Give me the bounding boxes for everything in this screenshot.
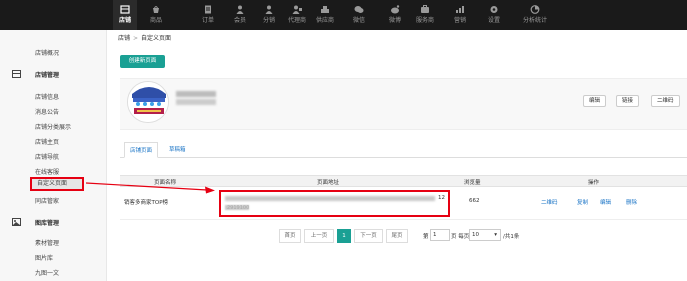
nav-label: 店铺 <box>118 17 131 24</box>
qrcode-link[interactable]: 二维码 <box>541 198 558 206</box>
pager-jump-input[interactable]: 1 <box>430 229 450 241</box>
analytics-icon <box>530 5 540 14</box>
column-header-actions: 操作 <box>588 180 600 186</box>
wechat-icon <box>354 6 364 13</box>
supplier-icon <box>321 6 329 13</box>
sidebar-item-online-service[interactable]: 在线客服 <box>35 167 59 176</box>
sidebar-item-announcement[interactable]: 消息公告 <box>35 107 59 116</box>
tab-shop-pages[interactable]: 店铺页面 <box>124 142 159 158</box>
edit-shop-button[interactable]: 编辑 <box>583 95 607 107</box>
sidebar-item-image-library[interactable]: 图片库 <box>35 253 53 262</box>
sidebar-item-overview[interactable]: 店铺概况 <box>35 48 59 57</box>
distribution-icon <box>265 5 273 14</box>
weibo-icon <box>391 5 400 14</box>
pager-first[interactable]: 首页 <box>279 229 301 243</box>
column-header-address: 页面地址 <box>317 180 340 186</box>
copy-link[interactable]: 复制 <box>577 198 588 206</box>
qrcode-shop-button[interactable]: 二维码 <box>651 95 680 107</box>
settings-icon <box>490 6 498 13</box>
nav-label: 供应商 <box>315 17 334 24</box>
nav-item-weibo[interactable]: 微博 <box>383 0 407 30</box>
sidebar-item-materials[interactable]: 素材管理 <box>35 238 59 247</box>
shop-desc-redacted <box>176 99 216 105</box>
page-address-highlight <box>219 190 450 217</box>
create-page-button[interactable]: 创建新页面 <box>120 55 165 68</box>
annotation-arrow <box>86 182 215 194</box>
views-cell: 662 <box>469 198 480 204</box>
order-icon <box>205 5 211 14</box>
sidebar-item-homepage[interactable]: 店铺主页 <box>35 137 59 146</box>
sidebar-item-shop-info[interactable]: 店铺信息 <box>35 92 59 101</box>
breadcrumb-root[interactable]: 店铺 <box>118 35 130 42</box>
page: 店铺 商品 订单 会员 分销 代理商 供应商 微信 微博 服务商 营销 设置 分… <box>0 0 687 281</box>
nav-label: 商品 <box>149 17 162 24</box>
breadcrumb-separator: > <box>133 35 139 42</box>
member-icon <box>236 5 244 14</box>
shop-name-redacted <box>176 91 216 97</box>
sidebar-item-custom-page[interactable]: 自定义页面 <box>30 177 84 191</box>
nav-label: 订单 <box>201 17 214 24</box>
nav-item-distribution[interactable]: 分销 <box>257 0 281 30</box>
tab-drafts[interactable]: 草稿箱 <box>164 142 191 158</box>
edit-link[interactable]: 编辑 <box>600 198 611 206</box>
page-address-tail: 12 <box>438 195 445 201</box>
store-icon <box>120 5 130 14</box>
shop-logo-image <box>128 82 168 122</box>
nav-item-goods[interactable]: 商品 <box>144 0 168 30</box>
nav-item-agent[interactable]: 代理商 <box>285 0 309 30</box>
nav-item-marketing[interactable]: 营销 <box>448 0 472 30</box>
sidebar-group-shop[interactable]: 店铺管理 <box>35 70 59 79</box>
nav-label: 会员 <box>233 17 246 24</box>
page-tabs: 店铺页面 草稿箱 <box>120 142 687 158</box>
nav-label: 微博 <box>388 17 401 24</box>
marketing-icon <box>456 6 464 13</box>
nav-item-wechat[interactable]: 微信 <box>347 0 371 30</box>
pager-prev[interactable]: 上一页 <box>304 229 334 243</box>
nav-item-supplier[interactable]: 供应商 <box>313 0 337 30</box>
sidebar-item-navigation[interactable]: 店铺导航 <box>35 152 59 161</box>
nav-item-service-provider[interactable]: 服务商 <box>413 0 437 30</box>
sidebar-item-store-butler[interactable]: 同店管家 <box>35 196 59 205</box>
page-address-redacted <box>225 196 435 201</box>
sidebar-item-nine-images[interactable]: 九图一文 <box>35 268 59 277</box>
pager-next[interactable]: 下一页 <box>354 229 383 243</box>
chevron-down-icon: ▾ <box>494 232 497 238</box>
shop-avatar <box>127 81 169 123</box>
column-header-views: 浏览量 <box>464 180 481 186</box>
per-page-select[interactable]: 10 ▾ <box>469 229 501 241</box>
nav-label: 营销 <box>453 17 466 24</box>
nav-label: 服务商 <box>415 17 434 24</box>
per-page-value: 10 <box>472 232 479 238</box>
shop-manage-icon <box>12 70 21 78</box>
delete-link[interactable]: 删除 <box>626 198 637 206</box>
nav-item-analytics[interactable]: 分析统计 <box>518 0 552 30</box>
pager-current[interactable]: 1 <box>337 229 351 243</box>
gallery-icon <box>12 218 21 226</box>
service-provider-icon <box>421 5 429 13</box>
pager-last[interactable]: 尾页 <box>386 229 408 243</box>
page-address-line2: 2919100 <box>227 205 250 211</box>
sidebar-group-gallery[interactable]: 图库管理 <box>35 218 59 227</box>
nav-label: 分销 <box>262 17 275 24</box>
nav-item-order[interactable]: 订单 <box>196 0 220 30</box>
link-shop-button[interactable]: 链接 <box>616 95 640 107</box>
page-name-cell: 销客多商家TOP榜 <box>124 200 169 206</box>
nav-label: 分析统计 <box>522 17 547 24</box>
breadcrumb-current: 自定义页面 <box>141 35 172 42</box>
sidebar-item-category-display[interactable]: 店铺分类展示 <box>35 122 71 131</box>
pager-total: /共1条 <box>503 234 520 240</box>
breadcrumb: 店铺 > 自定义页面 <box>118 33 171 42</box>
nav-label: 微信 <box>352 17 365 24</box>
top-navigation: 店铺 商品 订单 会员 分销 代理商 供应商 微信 微博 服务商 营销 设置 分… <box>0 0 687 30</box>
pager-jump-prefix: 第 <box>423 234 429 240</box>
nav-label: 代理商 <box>287 17 306 24</box>
nav-label: 设置 <box>487 17 500 24</box>
nav-item-store[interactable]: 店铺 <box>113 0 137 30</box>
pager-jump-suffix: 页 每页 <box>451 234 470 240</box>
nav-item-settings[interactable]: 设置 <box>482 0 506 30</box>
agent-icon <box>292 5 302 14</box>
goods-icon <box>153 6 159 13</box>
nav-item-member[interactable]: 会员 <box>228 0 252 30</box>
